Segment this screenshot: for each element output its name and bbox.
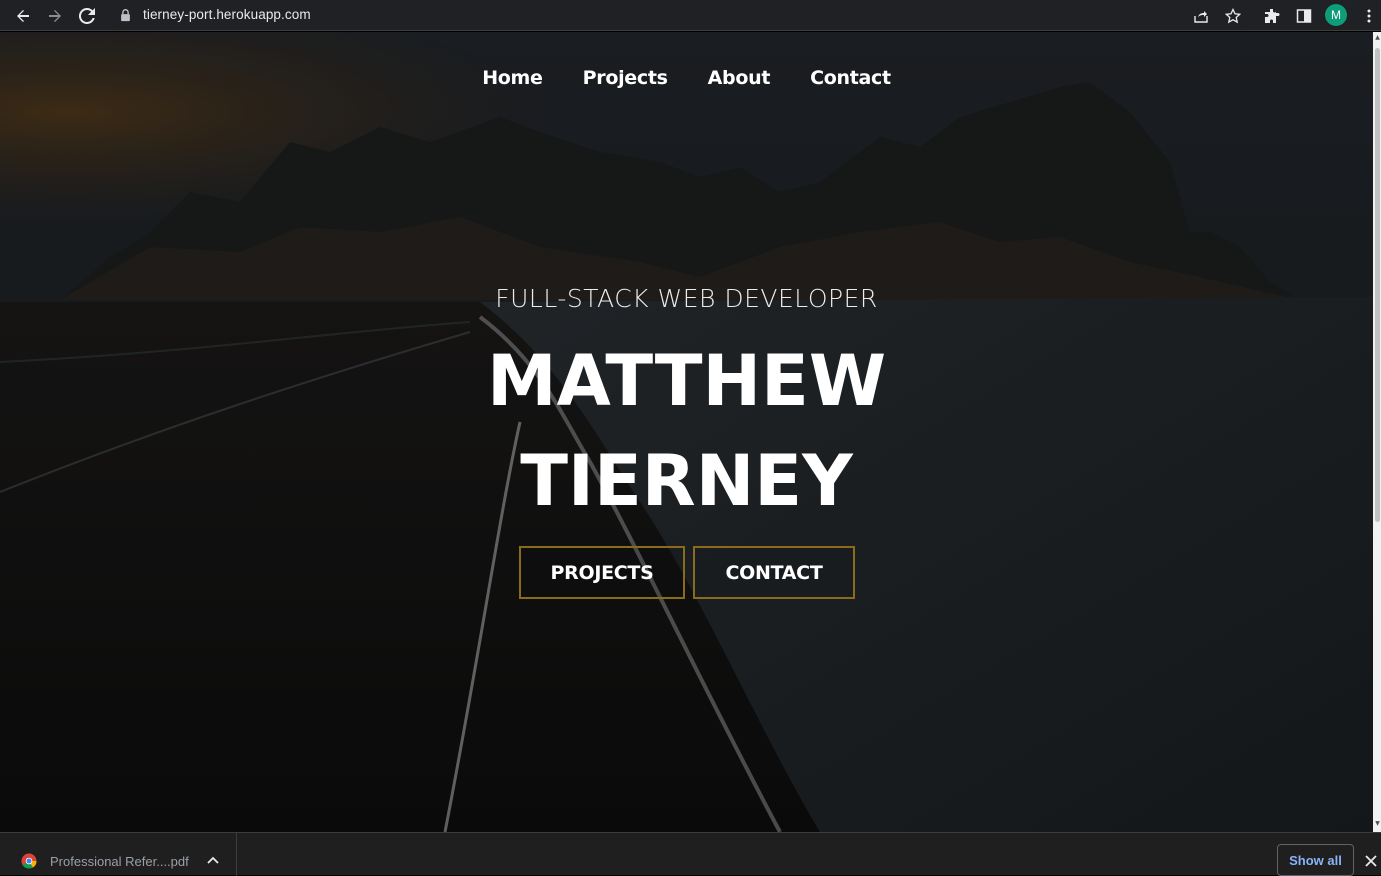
extensions-icon[interactable] [1262,6,1281,25]
lock-icon[interactable] [120,7,134,23]
hero-background-image [0,32,1373,832]
menu-icon[interactable] [1359,6,1378,25]
chevron-up-icon[interactable] [206,855,220,865]
download-item[interactable]: Professional Refer....pdf [0,833,237,876]
address-bar[interactable]: tierney-port.herokuapp.com [108,3,1252,27]
nav-about-link[interactable]: About [708,67,771,89]
hero-name-first: MATTHEW [486,340,887,422]
share-icon[interactable] [1191,6,1210,25]
star-icon[interactable] [1223,6,1242,25]
nav-home-link[interactable]: Home [482,67,543,89]
reload-icon[interactable] [77,6,96,25]
show-all-button[interactable]: Show all [1277,844,1354,876]
forward-icon[interactable] [45,6,64,25]
hero-section: Home Projects About Contact FULL-STACK W… [0,32,1373,832]
nav-contact-link[interactable]: Contact [810,67,891,89]
scroll-up-arrow-icon[interactable]: ▲ [1374,34,1381,42]
browser-toolbar: tierney-port.herokuapp.com M [0,0,1381,31]
downloads-bar: Professional Refer....pdf Show all [0,832,1381,876]
nav-projects-link[interactable]: Projects [583,67,668,89]
chrome-icon [21,853,37,869]
page-viewport: Home Projects About Contact FULL-STACK W… [0,32,1373,832]
back-icon[interactable] [13,6,32,25]
close-icon[interactable] [1364,854,1378,868]
projects-button[interactable]: PROJECTS [519,546,685,599]
main-nav: Home Projects About Contact [0,67,1373,89]
download-file-name: Professional Refer....pdf [50,854,189,869]
scrollbar-thumb[interactable] [1375,48,1380,522]
hero-name-last: TIERNEY [520,440,853,522]
avatar[interactable]: M [1325,4,1347,26]
scroll-down-arrow-icon[interactable]: ▼ [1374,820,1381,828]
contact-button[interactable]: CONTACT [693,546,855,599]
side-panel-icon[interactable] [1294,6,1313,25]
url-text: tierney-port.herokuapp.com [143,7,311,22]
hero-subtitle: FULL-STACK WEB DEVELOPER [495,284,878,313]
